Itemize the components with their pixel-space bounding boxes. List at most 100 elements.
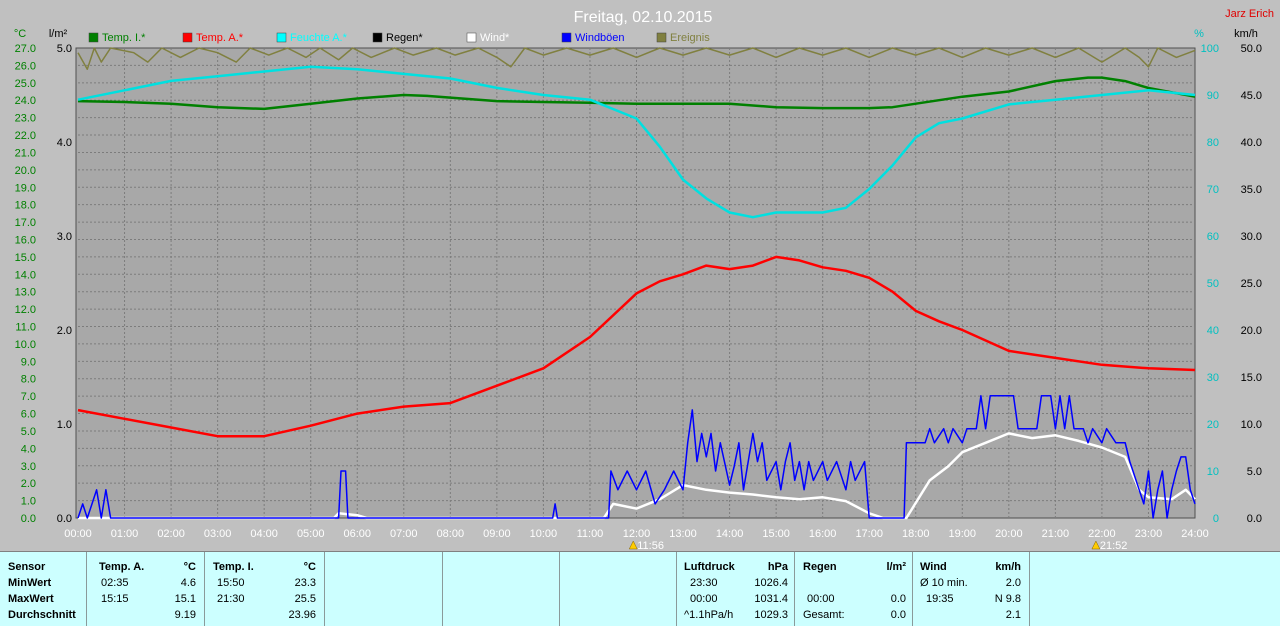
x-tick-label: 09:00 [483,528,511,540]
temp-tick-label: 23.0 [15,113,36,125]
wind-unit: km/h [995,561,1021,573]
x-tick-label: 06:00 [343,528,371,540]
pressure-min: 1026.4 [754,577,788,589]
humidity-tick-label: 60 [1207,231,1219,243]
empty-column-1 [325,552,443,626]
x-tick-label: 13:00 [669,528,697,540]
temp-tick-label: 22.0 [15,130,36,142]
pressure-unit: hPa [767,561,788,573]
x-tick-label: 14:00 [716,528,744,540]
x-tick-label: 18:00 [902,528,930,540]
legend-label: Feuchte A.* [290,32,348,44]
wind-tick-label: 45.0 [1241,90,1262,102]
temp-tick-label: 17.0 [15,217,36,229]
rain-tick-label: 4.0 [57,137,72,149]
rain-tick-label: 2.0 [57,325,72,337]
wind-day-avg: 2.1 [1005,609,1021,621]
wind-max: N 9.8 [994,593,1021,605]
humidity-tick-label: 70 [1207,184,1219,196]
x-tick-label: 15:00 [762,528,790,540]
legend-label: Temp. A.* [196,32,244,44]
legend-swatch [466,32,477,43]
x-tick-label: 20:00 [995,528,1023,540]
rain-axis-unit: l/m² [49,28,68,40]
rain-tick-label: 0.0 [57,513,72,525]
humidity-tick-label: 30 [1207,372,1219,384]
temp-tick-label: 11.0 [15,322,36,334]
rain-total: 0.0 [890,609,906,621]
temp-tick-label: 9.0 [21,356,36,368]
x-tick-label: 24:00 [1181,528,1209,540]
temp-a-unit: °C [183,561,196,573]
temp-tick-label: 5.0 [21,426,36,438]
temp-i-unit: °C [303,561,316,573]
wind-axis-unit: km/h [1234,28,1258,40]
temp-a-header: Temp. A. [99,561,145,573]
temp-i-max-time: 21:30 [217,593,245,605]
temp-tick-label: 18.0 [15,200,36,212]
pressure-trend-value: 1029.3 [754,609,788,621]
legend-label: Regen* [386,32,423,44]
wind-tick-label: 40.0 [1241,137,1262,149]
rain-max-time: 00:00 [807,593,835,605]
pressure-column: Luftdruck hPa 23:30 1026.4 00:00 1031.4 … [677,552,795,626]
rain-max: 0.0 [890,593,906,605]
temp-tick-label: 8.0 [21,374,36,386]
temp-tick-label: 7.0 [21,391,36,403]
temp-i-header: Temp. I. [213,561,254,573]
pressure-max: 1031.4 [754,593,788,605]
humidity-tick-label: 20 [1207,419,1219,431]
chart-title: Freitag, 02.10.2015 [574,9,713,26]
temp-tick-label: 13.0 [15,287,36,299]
humidity-axis-unit: % [1194,28,1204,40]
x-tick-label: 04:00 [250,528,278,540]
pressure-trend-label: ^1.1hPa/h [684,609,734,621]
legend-label: Temp. I.* [102,32,146,44]
pressure-header: Luftdruck [684,561,735,573]
x-tick-label: 08:00 [437,528,465,540]
temp-tick-label: 14.0 [15,269,36,281]
temp-i-column: Temp. I. °C 15:50 23.3 21:30 25.5 23.96 [205,552,325,626]
rain-column: Regen l/m² 00:00 0.0 Gesamt: 0.0 [795,552,913,626]
temp-tick-label: 3.0 [21,461,36,473]
wind-tick-label: 20.0 [1241,325,1262,337]
temp-tick-label: 4.0 [21,443,36,455]
rain-unit: l/m² [886,561,906,573]
row-label-min: MinWert [8,577,52,589]
summary-table: Sensor MinWert MaxWert Durchschnitt Temp… [0,551,1280,626]
temp-tick-label: 20.0 [15,165,36,177]
x-tick-label: 19:00 [949,528,977,540]
temp-i-avg: 23.96 [288,609,316,621]
temp-a-column: Temp. A. °C 02:35 4.6 15:15 15.1 9.19 [87,552,205,626]
weather-chart: Freitag, 02.10.2015 Jarz Erich Temp. I.*… [0,0,1280,550]
x-tick-label: 10:00 [530,528,558,540]
humidity-tick-label: 0 [1213,513,1219,525]
temp-axis-unit: °C [14,28,26,40]
x-tick-label: 22:00 [1088,528,1116,540]
wind-tick-label: 50.0 [1241,43,1262,55]
temp-tick-label: 21.0 [15,147,36,159]
legend-swatch [88,32,99,43]
temp-tick-label: 16.0 [15,234,36,246]
temp-i-min: 23.3 [294,577,316,589]
humidity-tick-label: 10 [1207,466,1219,478]
legend-swatch [656,32,667,43]
temp-a-max: 15.1 [174,593,196,605]
humidity-tick-label: 40 [1207,325,1219,337]
sensor-header: Sensor [8,561,46,573]
row-label-avg: Durchschnitt [8,609,76,621]
x-tick-label: 21:00 [1042,528,1070,540]
temp-tick-label: 2.0 [21,478,36,490]
temp-i-max: 25.5 [294,593,316,605]
legend-swatch [276,32,287,43]
wind-tick-label: 15.0 [1241,372,1262,384]
wind-tick-label: 5.0 [1247,466,1262,478]
x-tick-label: 12:00 [623,528,651,540]
empty-column-3 [560,552,677,626]
temp-tick-label: 12.0 [15,304,36,316]
wind-tick-label: 0.0 [1247,513,1262,525]
legend-label: Ereignis [670,32,710,44]
temp-tick-label: 0.0 [21,513,36,525]
temp-tick-label: 27.0 [15,43,36,55]
wind-header: Wind [920,561,947,573]
